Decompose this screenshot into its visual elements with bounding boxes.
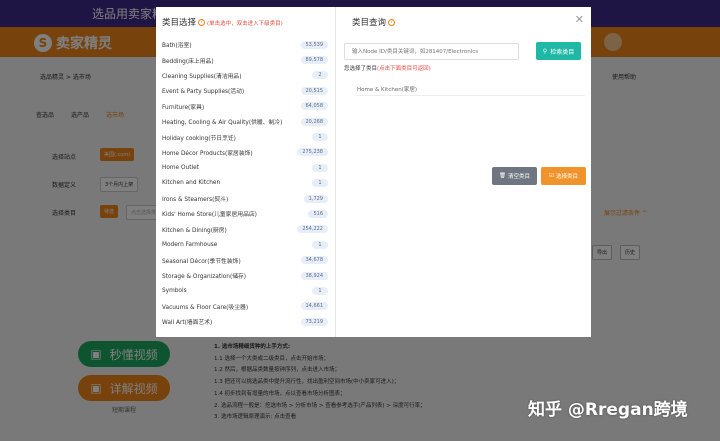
category-item[interactable]: Kitchen & Dining(厨房) 254,222 xyxy=(162,222,328,237)
category-count-badge: 1 xyxy=(312,179,328,188)
category-item[interactable]: Home Outlet 1 xyxy=(162,160,328,175)
category-list: Bath(浴室) 53,539 Bedding(床上用品) 89,578 Cleanin… xyxy=(162,37,328,329)
category-count-badge: 64,058 xyxy=(300,102,328,111)
category-name: Irons & Steamers(熨斗) xyxy=(162,197,229,204)
clear-category-button[interactable]: 🗑 清空类目 xyxy=(492,167,537,185)
divider xyxy=(357,95,585,96)
category-query-pane: 类目查询? ✕ ⚲检索类目 您选择了类目(点击下面类目可返回) Home & K… xyxy=(337,7,591,337)
category-name: Bath(浴室) xyxy=(162,43,192,50)
category-select-title: 类目选择? (单击选中，双击进入下级类目) xyxy=(162,18,283,28)
choose-category-button[interactable]: ☑ 选择类目 xyxy=(541,167,586,185)
category-name: Furniture(家具) xyxy=(162,104,205,111)
category-item[interactable]: Irons & Steamers(熨斗) 1,729 xyxy=(162,191,328,206)
category-item[interactable]: Bath(浴室) 53,539 xyxy=(162,37,328,52)
category-count-badge: 1 xyxy=(312,286,328,295)
category-item[interactable]: Kids' Home Store(儿童家居用品店) 516 xyxy=(162,206,328,221)
category-name: Wall Art(墙面艺术) xyxy=(162,320,213,327)
category-name: Cleaning Supplies(清洁用品) xyxy=(162,73,242,80)
category-item[interactable]: Kitchen and Kitchen 1 xyxy=(162,176,328,191)
category-item[interactable]: Home Décor Products(家居装饰) 275,238 xyxy=(162,145,328,160)
category-count-badge: 89,578 xyxy=(300,56,328,65)
category-item[interactable]: Furniture(家具) 64,058 xyxy=(162,99,328,114)
category-item[interactable]: Modern Farmhouse 1 xyxy=(162,237,328,252)
search-category-button[interactable]: ⚲ 检索类目 xyxy=(536,42,581,60)
category-name: Heating, Cooling & Air Quality(供暖、制冷) xyxy=(162,120,283,127)
category-count-badge: 275,238 xyxy=(297,148,328,157)
category-count-badge: 14,661 xyxy=(300,302,328,311)
category-count-badge: 34,678 xyxy=(300,256,328,265)
help-icon[interactable]: ? xyxy=(198,19,206,26)
category-item[interactable]: Wall Art(墙面艺术) 73,219 xyxy=(162,314,328,329)
selected-category-label: 您选择了类目(点击下面类目可返回) xyxy=(344,66,431,72)
category-count-badge: 53,539 xyxy=(300,40,328,49)
watermark: 知乎 @Rregan跨境 xyxy=(528,400,688,420)
category-item[interactable]: Storage & Organization(储存) 38,924 xyxy=(162,268,328,283)
category-item[interactable]: Bedding(床上用品) 89,578 xyxy=(162,52,328,67)
check-icon: ☑ xyxy=(549,173,554,179)
category-name: Seasonal Décor(季节性装饰) xyxy=(162,258,241,265)
category-query-title: 类目查询? xyxy=(352,16,397,28)
category-name: Kitchen and Kitchen xyxy=(162,180,221,187)
category-name: Kitchen & Dining(厨房) xyxy=(162,227,227,234)
close-icon[interactable]: ✕ xyxy=(575,14,584,25)
category-count-badge: 1,729 xyxy=(303,194,328,203)
category-count-badge: 2 xyxy=(312,71,328,80)
category-name: Symbols xyxy=(162,287,187,294)
category-name: Home Outlet xyxy=(162,164,199,171)
category-name: Home Décor Products(家居装饰) xyxy=(162,150,253,157)
category-count-badge: 254,222 xyxy=(297,225,328,234)
category-name: Storage & Organization(储存) xyxy=(162,274,247,281)
search-icon: ⚲ xyxy=(542,47,548,55)
category-item[interactable]: Seasonal Décor(季节性装饰) 34,678 xyxy=(162,252,328,267)
category-item[interactable]: Event & Party Supplies(活动) 20,515 xyxy=(162,83,328,98)
category-item[interactable]: Heating, Cooling & Air Quality(供暖、制冷) 20,… xyxy=(162,114,328,129)
category-modal: 类目选择? (单击选中，双击进入下级类目) Bath(浴室) 53,539 Beddi… xyxy=(156,7,591,337)
category-name: Vacuums & Floor Care(吸尘器) xyxy=(162,304,249,311)
category-count-badge: 73,219 xyxy=(300,317,328,326)
category-name: Holiday cooking(节日烹饪) xyxy=(162,135,236,142)
category-name: Modern Farmhouse xyxy=(162,241,218,248)
category-count-badge: 38,924 xyxy=(300,271,328,280)
category-item[interactable]: Cleaning Supplies(清洁用品) 2 xyxy=(162,68,328,83)
category-select-hint: (单击选中，双击进入下级类目) xyxy=(207,21,283,27)
selected-category-path[interactable]: Home & Kitchen(家居) xyxy=(357,85,417,93)
category-count-badge: 1 xyxy=(312,163,328,172)
category-name: Event & Party Supplies(活动) xyxy=(162,89,245,96)
category-item[interactable]: Symbols 1 xyxy=(162,283,328,298)
category-item[interactable]: Holiday cooking(节日烹饪) 1 xyxy=(162,129,328,144)
category-count-badge: 516 xyxy=(308,209,328,218)
category-count-badge: 1 xyxy=(312,240,328,249)
help-icon[interactable]: ? xyxy=(388,19,396,26)
category-search-input[interactable] xyxy=(344,43,519,60)
category-count-badge: 1 xyxy=(312,133,328,142)
category-name: Kids' Home Store(儿童家居用品店) xyxy=(162,212,257,219)
trash-icon: 🗑 xyxy=(499,173,506,179)
category-item[interactable]: Vacuums & Floor Care(吸尘器) 14,661 xyxy=(162,299,328,314)
category-name: Bedding(床上用品) xyxy=(162,58,214,65)
category-count-badge: 20,268 xyxy=(300,117,328,126)
category-select-pane: 类目选择? (单击选中，双击进入下级类目) Bath(浴室) 53,539 Beddi… xyxy=(156,7,336,337)
category-count-badge: 20,515 xyxy=(300,86,328,95)
